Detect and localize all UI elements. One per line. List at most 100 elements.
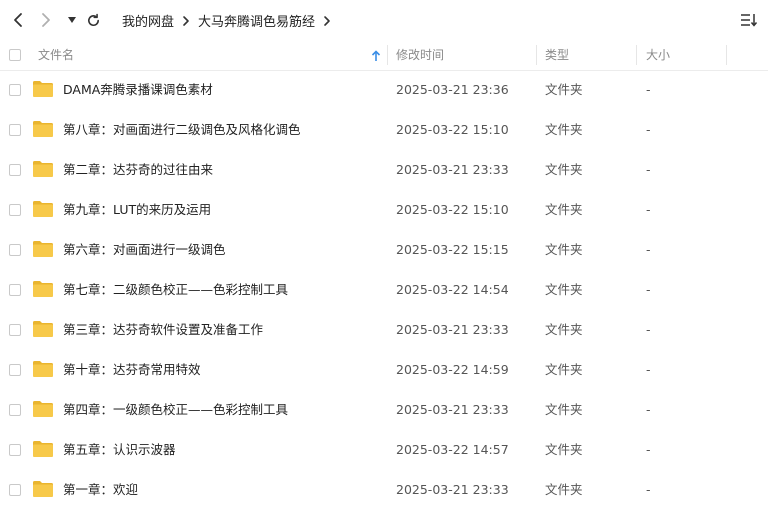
row-checkbox[interactable] xyxy=(9,84,21,96)
back-button[interactable] xyxy=(8,10,28,30)
file-size: - xyxy=(646,362,651,377)
file-type: 文件夹 xyxy=(545,362,583,377)
file-modified: 2025-03-21 23:33 xyxy=(396,162,509,177)
file-name[interactable]: 第六章：对画面进行一级调色 xyxy=(63,230,226,270)
file-name[interactable]: 第十章：达芬奇常用特效 xyxy=(63,350,201,390)
file-size: - xyxy=(646,82,651,97)
row-checkbox[interactable] xyxy=(9,484,21,496)
file-size: - xyxy=(646,322,651,337)
table-row[interactable]: 第六章：对画面进行一级调色 2025-03-22 15:15 文件夹 - xyxy=(0,230,768,270)
file-type: 文件夹 xyxy=(545,122,583,137)
breadcrumb-item-current[interactable]: 大马奔腾调色易筋经 xyxy=(198,11,315,30)
file-modified: 2025-03-22 15:15 xyxy=(396,242,509,257)
row-checkbox[interactable] xyxy=(9,404,21,416)
file-name[interactable]: 第九章：LUT的来历及运用 xyxy=(63,190,211,230)
table-row[interactable]: 第四章：一级颜色校正——色彩控制工具 2025-03-21 23:33 文件夹 … xyxy=(0,390,768,430)
file-modified: 2025-03-22 14:59 xyxy=(396,362,509,377)
caret-down-icon xyxy=(68,17,76,23)
table-row[interactable]: 第二章：达芬奇的过往由来 2025-03-21 23:33 文件夹 - xyxy=(0,150,768,190)
select-all-checkbox[interactable] xyxy=(9,49,21,61)
table-row[interactable]: 第五章：认识示波器 2025-03-22 14:57 文件夹 - xyxy=(0,430,768,470)
file-size: - xyxy=(646,442,651,457)
chevron-right-icon xyxy=(323,15,331,27)
column-header-name[interactable]: 文件名 xyxy=(38,40,383,70)
file-modified: 2025-03-21 23:33 xyxy=(396,402,509,417)
file-modified: 2025-03-21 23:36 xyxy=(396,82,509,97)
folder-icon xyxy=(33,281,53,297)
file-name[interactable]: 第八章：对画面进行二级调色及风格化调色 xyxy=(63,110,301,150)
folder-icon xyxy=(33,441,53,457)
file-size: - xyxy=(646,122,651,137)
table-header: 文件名 修改时间 类型 大小 xyxy=(0,40,768,71)
table-row[interactable]: 第八章：对画面进行二级调色及风格化调色 2025-03-22 15:10 文件夹… xyxy=(0,110,768,150)
file-type: 文件夹 xyxy=(545,482,583,497)
file-size: - xyxy=(646,162,651,177)
chevron-left-icon xyxy=(14,13,22,27)
column-header-name-label: 文件名 xyxy=(38,48,75,62)
row-checkbox[interactable] xyxy=(9,164,21,176)
folder-icon xyxy=(33,161,53,177)
file-size: - xyxy=(646,242,651,257)
sort-list-icon xyxy=(741,14,758,27)
table-row[interactable]: 第十章：达芬奇常用特效 2025-03-22 14:59 文件夹 - xyxy=(0,350,768,390)
column-divider[interactable] xyxy=(536,45,537,65)
row-checkbox[interactable] xyxy=(9,124,21,136)
file-type: 文件夹 xyxy=(545,162,583,177)
file-modified: 2025-03-22 15:10 xyxy=(396,202,509,217)
chevron-right-icon xyxy=(182,15,190,27)
file-modified: 2025-03-22 14:57 xyxy=(396,442,509,457)
file-name[interactable]: 第二章：达芬奇的过往由来 xyxy=(63,150,213,190)
file-type: 文件夹 xyxy=(545,442,583,457)
file-type: 文件夹 xyxy=(545,402,583,417)
row-checkbox[interactable] xyxy=(9,284,21,296)
sort-ascending-icon xyxy=(371,40,381,70)
forward-button[interactable] xyxy=(36,10,56,30)
chevron-right-icon xyxy=(42,13,50,27)
row-checkbox[interactable] xyxy=(9,204,21,216)
history-dropdown-button[interactable] xyxy=(62,10,82,30)
view-sort-button[interactable] xyxy=(738,10,760,30)
folder-icon xyxy=(33,361,53,377)
breadcrumb-item-root[interactable]: 我的网盘 xyxy=(122,11,174,30)
file-modified: 2025-03-21 23:33 xyxy=(396,482,509,497)
row-checkbox[interactable] xyxy=(9,324,21,336)
file-name[interactable]: 第三章：达芬奇软件设置及准备工作 xyxy=(63,310,263,350)
file-name[interactable]: 第七章：二级颜色校正——色彩控制工具 xyxy=(63,270,288,310)
folder-icon xyxy=(33,201,53,217)
column-divider[interactable] xyxy=(387,45,388,65)
column-header-type[interactable]: 类型 xyxy=(545,40,569,70)
refresh-button[interactable] xyxy=(83,10,103,30)
file-name[interactable]: 第一章：欢迎 xyxy=(63,470,138,510)
file-type: 文件夹 xyxy=(545,282,583,297)
file-type: 文件夹 xyxy=(545,82,583,97)
file-name[interactable]: 第五章：认识示波器 xyxy=(63,430,176,470)
toolbar: 我的网盘 大马奔腾调色易筋经 xyxy=(0,0,768,40)
row-checkbox[interactable] xyxy=(9,444,21,456)
table-row[interactable]: 第一章：欢迎 2025-03-21 23:33 文件夹 - xyxy=(0,470,768,510)
row-checkbox[interactable] xyxy=(9,244,21,256)
table-row[interactable]: 第九章：LUT的来历及运用 2025-03-22 15:10 文件夹 - xyxy=(0,190,768,230)
refresh-icon xyxy=(87,13,99,26)
file-modified: 2025-03-22 14:54 xyxy=(396,282,509,297)
file-size: - xyxy=(646,282,651,297)
file-size: - xyxy=(646,202,651,217)
file-name[interactable]: DAMA奔腾录播课调色素材 xyxy=(63,70,213,110)
column-header-modified[interactable]: 修改时间 xyxy=(396,40,444,70)
column-header-size[interactable]: 大小 xyxy=(646,40,670,70)
file-size: - xyxy=(646,402,651,417)
column-divider[interactable] xyxy=(726,45,727,65)
folder-icon xyxy=(33,481,53,497)
table-row[interactable]: 第三章：达芬奇软件设置及准备工作 2025-03-21 23:33 文件夹 - xyxy=(0,310,768,350)
folder-icon xyxy=(33,241,53,257)
row-checkbox[interactable] xyxy=(9,364,21,376)
folder-icon xyxy=(33,81,53,97)
file-type: 文件夹 xyxy=(545,202,583,217)
table-row[interactable]: DAMA奔腾录播课调色素材 2025-03-21 23:36 文件夹 - xyxy=(0,70,768,110)
file-type: 文件夹 xyxy=(545,242,583,257)
file-type: 文件夹 xyxy=(545,322,583,337)
file-name[interactable]: 第四章：一级颜色校正——色彩控制工具 xyxy=(63,390,288,430)
column-divider[interactable] xyxy=(636,45,637,65)
file-modified: 2025-03-22 15:10 xyxy=(396,122,509,137)
table-row[interactable]: 第七章：二级颜色校正——色彩控制工具 2025-03-22 14:54 文件夹 … xyxy=(0,270,768,310)
folder-icon xyxy=(33,121,53,137)
